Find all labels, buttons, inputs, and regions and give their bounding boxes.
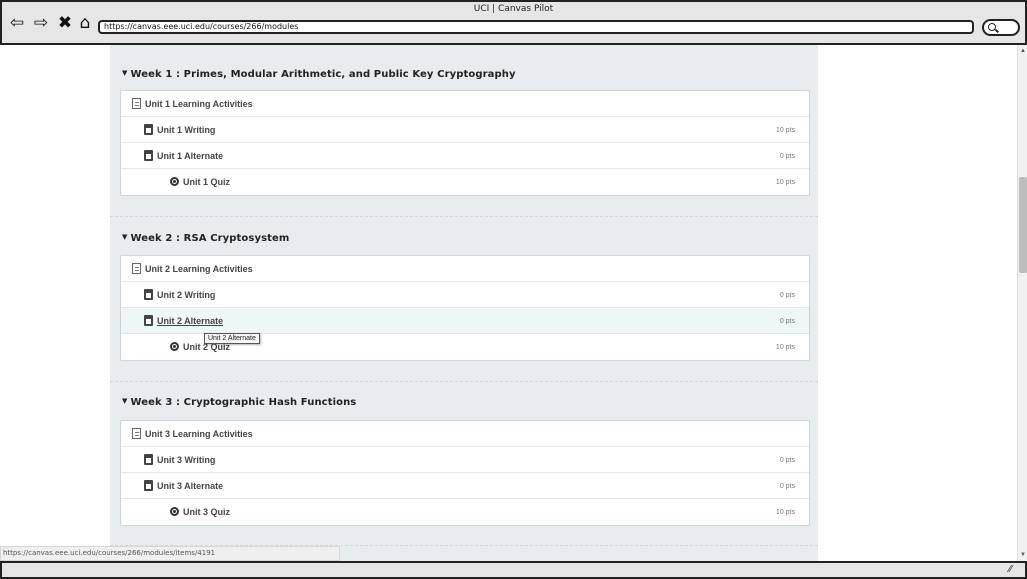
module-header-week-2[interactable]: ▼ Week 2 : RSA Cryptosystem bbox=[122, 233, 289, 249]
module-items-week-2: Unit 2 Learning Activities Unit 2 Writin… bbox=[120, 255, 810, 361]
module-divider bbox=[110, 381, 818, 382]
module-item-row[interactable]: Unit 1 Learning Activities bbox=[121, 91, 809, 117]
module-items-week-1: Unit 1 Learning Activities Unit 1 Writin… bbox=[120, 90, 810, 196]
module-header-week-3[interactable]: ▼ Week 3 : Cryptographic Hash Functions bbox=[122, 397, 356, 413]
back-icon[interactable]: ⇦ bbox=[8, 14, 26, 32]
module-item-row[interactable]: Unit 3 Alternate 0 pts bbox=[121, 473, 809, 499]
collapse-caret-icon[interactable]: ▼ bbox=[122, 233, 127, 241]
page-viewport: ▼ Week 1 : Primes, Modular Arithmetic, an… bbox=[0, 45, 1017, 561]
module-item-row[interactable]: Unit 3 Learning Activities bbox=[121, 421, 809, 447]
module-item-link[interactable]: Unit 3 Learning Activities bbox=[145, 429, 253, 439]
module-title: Week 3 : Cryptographic Hash Functions bbox=[130, 397, 357, 408]
item-points: 0 pts bbox=[779, 318, 795, 325]
stop-icon[interactable]: ✖ bbox=[56, 14, 74, 32]
module-items-week-3: Unit 3 Learning Activities Unit 3 Writin… bbox=[120, 420, 810, 526]
page-icon bbox=[132, 98, 141, 109]
module-item-row[interactable]: Unit 1 Alternate 0 pts bbox=[121, 143, 809, 169]
module-item-row[interactable]: Unit 2 Writing 0 pts bbox=[121, 282, 809, 308]
module-title: Week 1 : Primes, Modular Arithmetic, and… bbox=[130, 69, 516, 80]
vertical-scrollbar[interactable]: ▲ ▼ bbox=[1017, 45, 1027, 561]
module-item-link[interactable]: Unit 3 Writing bbox=[157, 455, 215, 465]
address-bar[interactable]: https://canvas.eee.uci.edu/courses/266/m… bbox=[98, 20, 974, 34]
browser-toolbar: UCI | Canvas Pilot ⇦ ⇨ ✖ ⌂ https://canva… bbox=[0, 0, 1027, 45]
search-icon bbox=[988, 23, 996, 31]
item-points: 0 pts bbox=[779, 153, 795, 160]
item-points: 10 pts bbox=[775, 344, 795, 351]
scrollbar-thumb[interactable] bbox=[1019, 177, 1027, 273]
hover-tooltip: Unit 2 Alternate bbox=[204, 333, 260, 344]
status-bar-url: https://canvas.eee.uci.edu/courses/266/m… bbox=[0, 546, 340, 561]
assignment-icon bbox=[144, 315, 153, 326]
search-button[interactable] bbox=[982, 19, 1020, 36]
resize-grip-icon[interactable]: ⁄⁄ bbox=[1009, 565, 1019, 575]
module-item-link[interactable]: Unit 1 Alternate bbox=[157, 151, 223, 161]
page-icon bbox=[132, 428, 141, 439]
modules-column: ▼ Week 1 : Primes, Modular Arithmetic, an… bbox=[110, 45, 818, 561]
assignment-icon bbox=[144, 454, 153, 465]
module-header-week-1[interactable]: ▼ Week 1 : Primes, Modular Arithmetic, an… bbox=[122, 69, 516, 85]
assignment-icon bbox=[144, 124, 153, 135]
module-item-row[interactable]: Unit 2 Learning Activities bbox=[121, 256, 809, 282]
module-item-row[interactable]: Unit 1 Quiz 10 pts bbox=[121, 169, 809, 195]
home-icon[interactable]: ⌂ bbox=[76, 14, 94, 32]
assignment-icon bbox=[144, 480, 153, 491]
module-title: Week 2 : RSA Cryptosystem bbox=[130, 233, 290, 244]
module-item-row[interactable]: Unit 3 Writing 0 pts bbox=[121, 447, 809, 473]
module-item-link[interactable]: Unit 1 Quiz bbox=[183, 177, 230, 187]
module-item-row[interactable]: Unit 1 Writing 10 pts bbox=[121, 117, 809, 143]
module-divider bbox=[110, 216, 818, 217]
page-icon bbox=[132, 263, 141, 274]
module-item-link[interactable]: Unit 3 Alternate bbox=[157, 481, 223, 491]
module-item-row[interactable]: Unit 3 Quiz 10 pts bbox=[121, 499, 809, 525]
item-points: 0 pts bbox=[779, 483, 795, 490]
module-item-link[interactable]: Unit 3 Quiz bbox=[183, 507, 230, 517]
item-points: 10 pts bbox=[775, 179, 795, 186]
module-item-link[interactable]: Unit 2 Writing bbox=[157, 290, 215, 300]
assignment-icon bbox=[144, 150, 153, 161]
quiz-icon bbox=[170, 342, 179, 351]
collapse-caret-icon[interactable]: ▼ bbox=[122, 397, 127, 405]
assignment-icon bbox=[144, 289, 153, 300]
scroll-up-icon[interactable]: ▲ bbox=[1020, 48, 1026, 54]
module-item-link[interactable]: Unit 1 Writing bbox=[157, 125, 215, 135]
quiz-icon bbox=[170, 507, 179, 516]
item-points: 10 pts bbox=[775, 127, 795, 134]
item-points: 0 pts bbox=[779, 457, 795, 464]
collapse-caret-icon[interactable]: ▼ bbox=[122, 69, 127, 77]
quiz-icon bbox=[170, 177, 179, 186]
module-item-link[interactable]: Unit 2 Alternate bbox=[157, 316, 223, 326]
forward-icon[interactable]: ⇨ bbox=[32, 14, 50, 32]
module-item-row-hovered[interactable]: Unit 2 Alternate 0 pts bbox=[121, 308, 809, 334]
window-bottom-bar: ⁄⁄ bbox=[0, 561, 1027, 579]
item-points: 10 pts bbox=[775, 509, 795, 516]
window-title: UCI | Canvas Pilot bbox=[473, 4, 554, 14]
module-item-link[interactable]: Unit 1 Learning Activities bbox=[145, 99, 253, 109]
item-points: 0 pts bbox=[779, 292, 795, 299]
module-item-link[interactable]: Unit 2 Learning Activities bbox=[145, 264, 253, 274]
scroll-down-icon[interactable]: ▼ bbox=[1020, 552, 1026, 558]
